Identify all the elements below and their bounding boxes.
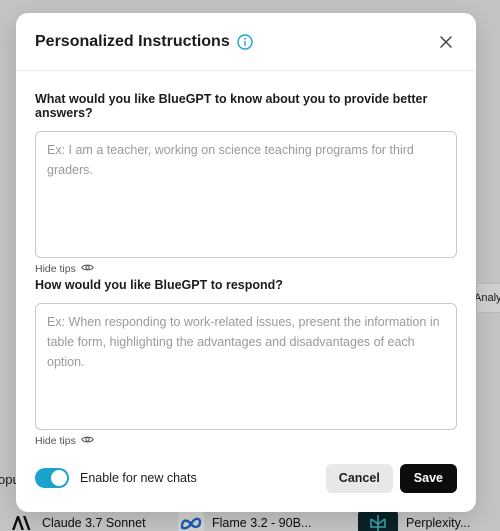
question-2-label: How would you like BlueGPT to respond? [35, 278, 283, 292]
question-1-section: What would you like BlueGPT to know abou… [35, 92, 457, 275]
about-you-textarea[interactable] [35, 131, 457, 258]
close-icon[interactable] [435, 31, 457, 53]
toggle-knob [51, 470, 67, 486]
dialog-title: Personalized Instructions [35, 32, 230, 50]
eye-icon [81, 435, 94, 447]
cancel-button[interactable]: Cancel [325, 463, 393, 493]
toggle-label: Enable for new chats [80, 471, 197, 485]
enable-new-chats-toggle[interactable] [35, 468, 69, 488]
question-1-label: What would you like BlueGPT to know abou… [35, 92, 428, 120]
hide-tips-label: Hide tips [35, 263, 76, 275]
hide-tips-toggle[interactable]: Hide tips [35, 435, 457, 447]
save-button[interactable]: Save [399, 463, 457, 493]
info-icon[interactable] [237, 33, 253, 50]
question-2-section: How would you like BlueGPT to respond? H… [35, 278, 457, 447]
hide-tips-toggle[interactable]: Hide tips [35, 263, 457, 275]
dialog-header: Personalized Instructions [16, 13, 476, 71]
eye-icon [81, 263, 94, 275]
personalized-instructions-dialog: Personalized Instructions What would you… [16, 13, 476, 512]
dialog-footer: Enable for new chats Cancel Save [35, 463, 457, 493]
hide-tips-label: Hide tips [35, 435, 76, 447]
response-style-textarea[interactable] [35, 303, 457, 430]
